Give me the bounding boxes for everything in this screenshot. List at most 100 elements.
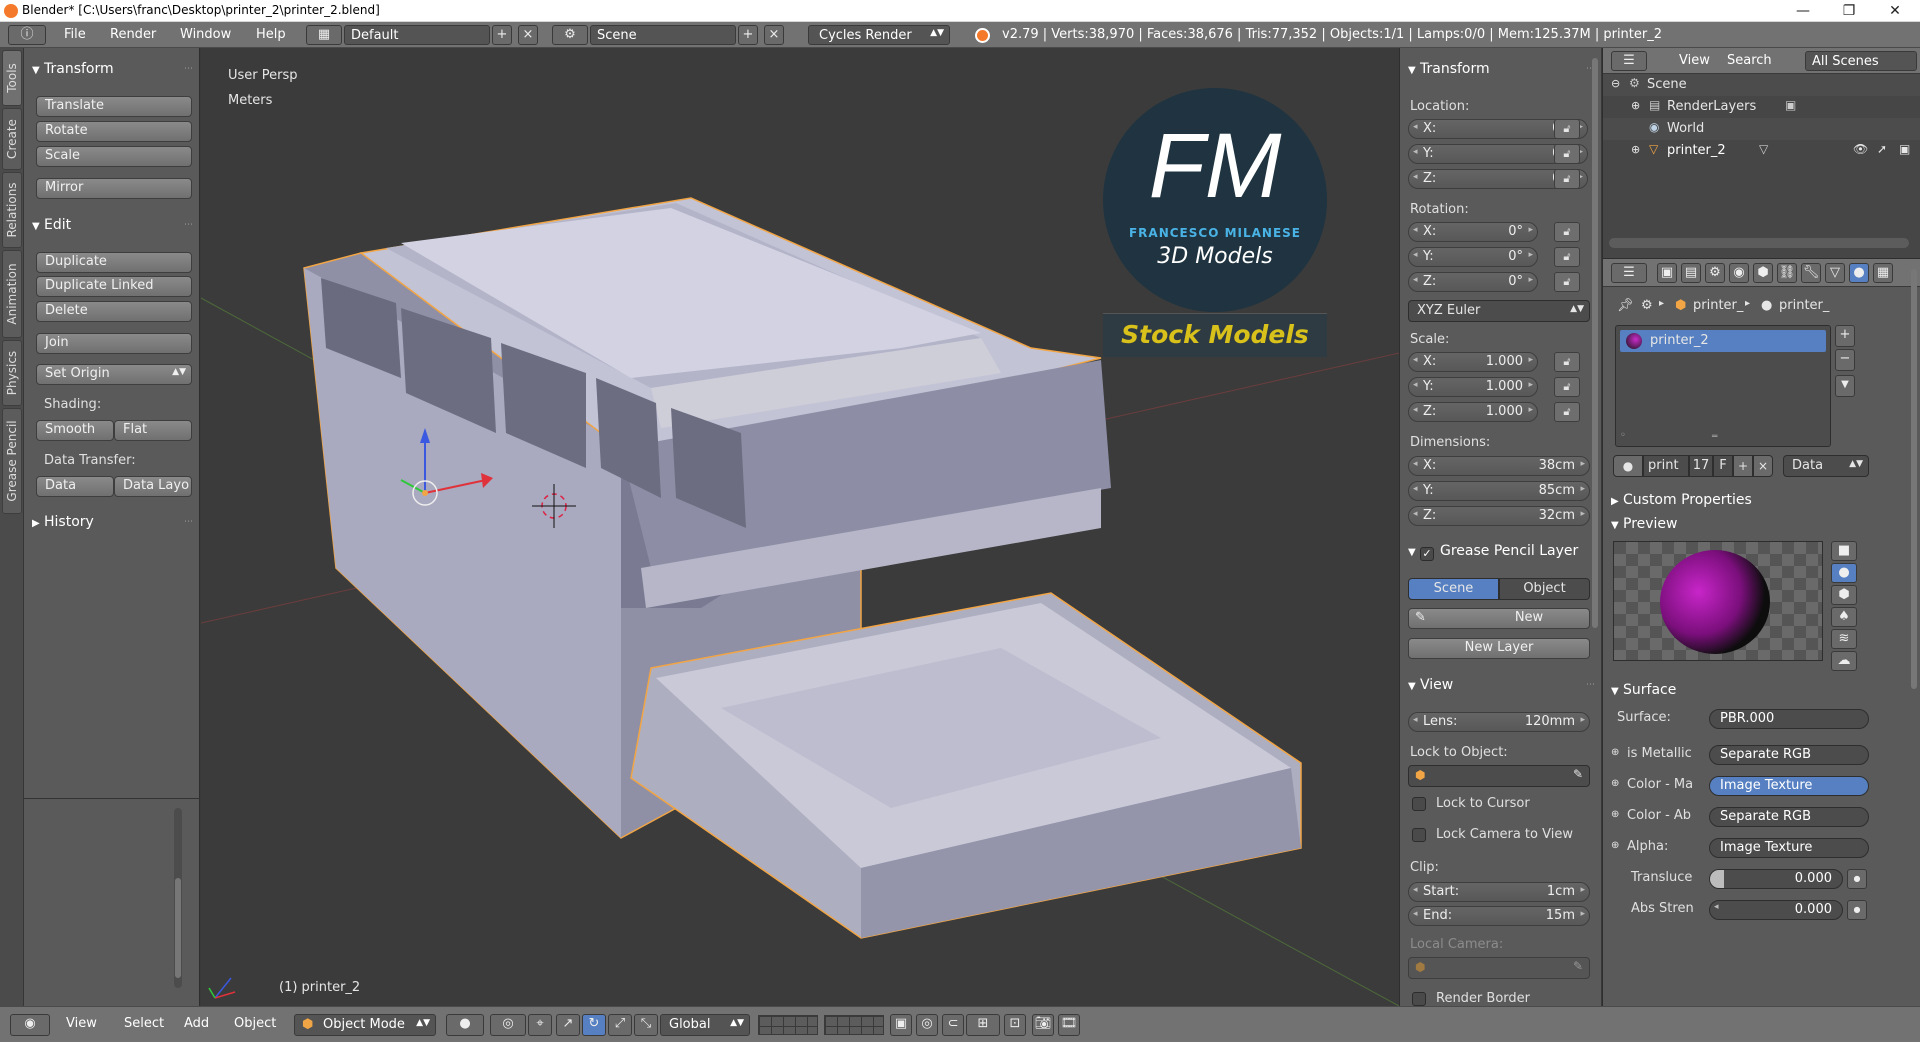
remove-material-slot-icon[interactable]: −: [1835, 349, 1855, 371]
gp-new-layer-button[interactable]: New Layer: [1408, 638, 1590, 659]
expand-icon[interactable]: ⊕: [1611, 840, 1619, 851]
tab-create[interactable]: Create: [2, 108, 22, 170]
menu-render[interactable]: Render: [110, 27, 156, 42]
preview-monkey-icon[interactable]: ♠: [1831, 607, 1857, 627]
drag-grip-icon[interactable]: ⋯: [184, 64, 194, 74]
render-opengl-icon[interactable]: 📷︎: [1032, 1014, 1054, 1036]
scale-manipulator-icon[interactable]: ⤡: [634, 1014, 658, 1036]
scene-field[interactable]: Scene: [590, 25, 736, 45]
render-tab-icon[interactable]: ▣: [1657, 263, 1677, 283]
duplicate-button[interactable]: Duplicate: [36, 252, 192, 273]
collapse-icon[interactable]: ⊖: [1611, 77, 1620, 90]
proportional-edit-icon[interactable]: ◎: [916, 1014, 938, 1036]
scale-z-field[interactable]: ◂ Z: 1.000 ▸: [1408, 402, 1538, 422]
transform-panel-header[interactable]: ▼ Transform ⋯: [24, 58, 200, 80]
add-scene-icon[interactable]: +: [738, 25, 758, 45]
lock-icon[interactable]: 🔓︎: [1554, 377, 1580, 397]
lock-cursor-checkbox[interactable]: [1412, 797, 1426, 811]
preview-header[interactable]: ▼ Preview: [1603, 513, 1903, 535]
texture-tab-icon[interactable]: ▦: [1873, 263, 1893, 283]
preview-hair-icon[interactable]: ≋: [1831, 629, 1857, 649]
n-transform-header[interactable]: ▼ Transform ⋯: [1400, 58, 1602, 80]
lock-icon[interactable]: 🔓︎: [1554, 402, 1580, 422]
menu-view[interactable]: View: [66, 1016, 97, 1031]
rotate-button[interactable]: Rotate: [36, 121, 192, 142]
restore-icon[interactable]: ❐: [1826, 1, 1872, 21]
set-origin-select[interactable]: Set Origin ▲▼: [36, 364, 192, 385]
interaction-mode-select[interactable]: ⬢ Object Mode ▲▼: [294, 1014, 436, 1036]
gp-new-button[interactable]: ✎ New: [1408, 608, 1590, 629]
outliner-search-menu[interactable]: Search: [1727, 53, 1772, 68]
menu-file[interactable]: File: [64, 27, 86, 42]
translucency-slider[interactable]: 0.000: [1709, 869, 1843, 889]
render-border-checkbox[interactable]: [1412, 992, 1426, 1006]
scale-manipulator-icon[interactable]: ⤢: [608, 1014, 632, 1036]
snap-element-icon[interactable]: ⊞: [966, 1014, 1000, 1036]
3d-viewport[interactable]: User Persp Meters (1) printer_2 FM FRANC…: [201, 48, 1399, 1006]
color-ab-input[interactable]: Separate RGB: [1709, 807, 1869, 827]
gp-scene-toggle[interactable]: Scene: [1408, 578, 1499, 600]
snap-target-icon[interactable]: ⊡: [1004, 1014, 1026, 1036]
add-screen-icon[interactable]: +: [492, 25, 512, 45]
mirror-button[interactable]: Mirror: [36, 178, 192, 199]
flat-button[interactable]: Flat: [114, 420, 192, 441]
local-camera-field[interactable]: ⬢ ✎: [1408, 957, 1590, 979]
surface-shader-select[interactable]: PBR.000: [1709, 709, 1869, 729]
clip-end-field[interactable]: ◂ End: 15m ▸: [1408, 906, 1590, 926]
tab-physics[interactable]: Physics: [2, 340, 22, 406]
rotation-x-field[interactable]: ◂ X: 0° ▸: [1408, 222, 1538, 242]
duplicate-linked-button[interactable]: Duplicate Linked: [36, 276, 192, 297]
outliner-row-renderlayers[interactable]: ⊕ ▤ RenderLayers ▣: [1603, 96, 1920, 118]
world-tab-icon[interactable]: ◉: [1729, 263, 1749, 283]
material-link-select[interactable]: Data ▲▼: [1783, 455, 1869, 477]
layer-grid-1[interactable]: [758, 1015, 818, 1035]
list-resize-grip-icon[interactable]: ═: [1712, 432, 1717, 442]
remove-screen-icon[interactable]: ×: [518, 25, 538, 45]
preview-sphere-icon[interactable]: ●: [1831, 563, 1857, 583]
close-icon[interactable]: ✕: [1872, 1, 1918, 21]
pin-icon[interactable]: 📌︎: [1617, 298, 1634, 313]
scale-y-field[interactable]: ◂ Y: 1.000 ▸: [1408, 377, 1538, 397]
render-layers-tab-icon[interactable]: ▤: [1681, 263, 1701, 283]
menu-add[interactable]: Add: [184, 1016, 209, 1031]
screen-layout-icon[interactable]: ▦: [306, 25, 342, 45]
lock-object-field[interactable]: ⬢ ✎: [1408, 765, 1590, 787]
drag-grip-icon[interactable]: ⋯: [184, 220, 194, 230]
preview-cube-icon[interactable]: ⬢: [1831, 585, 1857, 605]
tab-relations[interactable]: Relations: [2, 172, 22, 248]
slot-specials-icon[interactable]: ▼: [1835, 375, 1855, 397]
add-material-slot-icon[interactable]: +: [1835, 325, 1855, 347]
viewport-shading-icon[interactable]: ●: [446, 1014, 484, 1036]
lock-icon[interactable]: 🔓︎: [1554, 247, 1580, 267]
rotate-manipulator-icon[interactable]: ↻: [582, 1014, 606, 1036]
unlink-material-icon[interactable]: ×: [1753, 455, 1773, 477]
lock-icon[interactable]: 🔓︎: [1554, 352, 1580, 372]
new-material-icon[interactable]: +: [1733, 455, 1753, 477]
minimize-icon[interactable]: —: [1780, 1, 1826, 21]
edit-panel-header[interactable]: ▼ Edit ⋯: [24, 214, 200, 236]
expand-icon[interactable]: ⊕: [1631, 99, 1640, 112]
surface-header[interactable]: ▼ Surface: [1603, 679, 1903, 701]
render-animation-icon[interactable]: 🎞︎: [1058, 1014, 1080, 1036]
editor-type-3d-icon[interactable]: ◉: [10, 1014, 50, 1036]
material-slot-item[interactable]: printer_2: [1620, 330, 1826, 352]
history-panel-header[interactable]: ▶ History ⋯: [24, 511, 200, 533]
manipulator-toggle-icon[interactable]: ⌖: [528, 1014, 552, 1036]
dimension-y-field[interactable]: ◂ Y: 85cm ▸: [1408, 481, 1590, 501]
eyedropper-icon[interactable]: ✎: [1573, 959, 1583, 973]
lock-icon[interactable]: 🔓︎: [1554, 272, 1580, 292]
pivot-point-icon[interactable]: ◎: [490, 1014, 526, 1036]
delete-button[interactable]: Delete: [36, 301, 192, 322]
outliner-view-menu[interactable]: View: [1679, 53, 1710, 68]
socket-link-icon[interactable]: ●: [1847, 900, 1867, 920]
selectable-cursor-icon[interactable]: ➚: [1877, 142, 1887, 156]
outliner-hscrollbar[interactable]: [1609, 238, 1909, 248]
visibility-eye-icon[interactable]: 👁︎: [1853, 142, 1868, 156]
material-users-count[interactable]: 17: [1689, 455, 1713, 477]
rotation-y-field[interactable]: ◂ Y: 0° ▸: [1408, 247, 1538, 267]
modifiers-tab-icon[interactable]: 🔧︎: [1801, 263, 1821, 283]
dimension-z-field[interactable]: ◂ Z: 32cm ▸: [1408, 506, 1590, 526]
dimension-x-field[interactable]: ◂ X: 38cm ▸: [1408, 456, 1590, 476]
join-button[interactable]: Join: [36, 333, 192, 354]
lock-icon[interactable]: 🔓︎: [1554, 144, 1580, 164]
